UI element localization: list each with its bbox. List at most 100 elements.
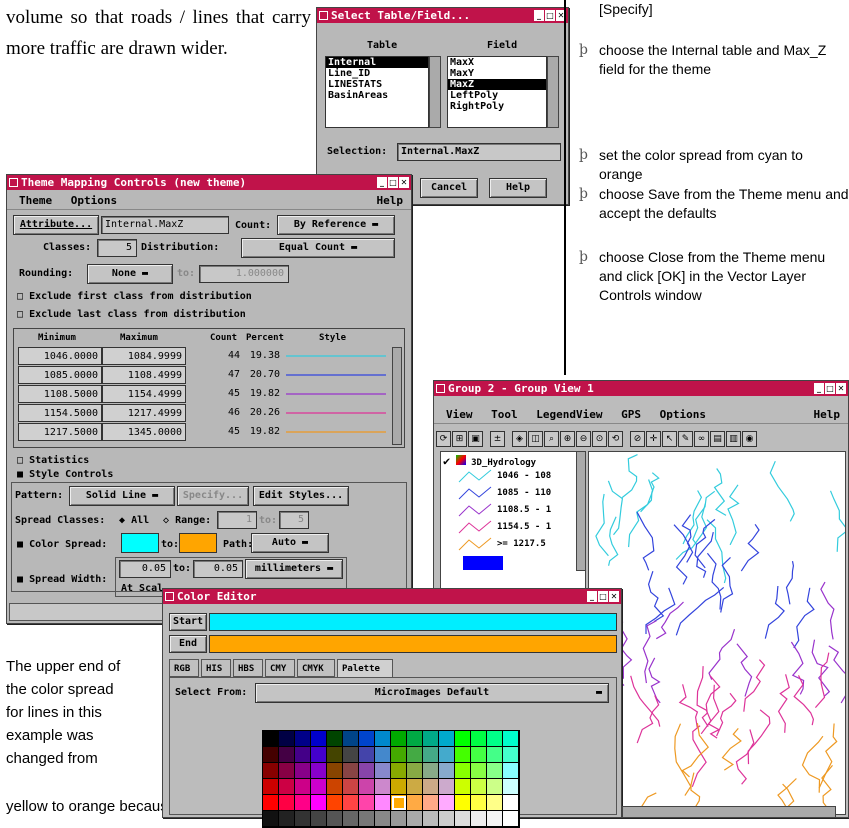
palette-swatch[interactable] [455,747,471,763]
tab-rgb[interactable]: RGB [169,659,199,677]
palette-swatch[interactable] [439,731,455,747]
all-radio[interactable]: ◆ All [119,514,149,528]
palette-swatch[interactable] [279,747,295,763]
color-spread-checkbox[interactable]: ■ Color Spread: [17,538,107,552]
palette-swatch[interactable] [375,747,391,763]
palette-swatch[interactable] [471,747,487,763]
palette-swatch[interactable] [279,763,295,779]
color-from-swatch[interactable] [121,533,159,553]
redraw-icon[interactable]: ⟳ [436,431,451,447]
pattern-dropdown[interactable]: Solid Line ▬ [69,486,175,506]
palette-swatch[interactable] [279,795,295,811]
menu-help[interactable]: Help [377,192,404,210]
palette-swatch[interactable] [263,779,279,795]
palette-swatch[interactable] [295,763,311,779]
help-button[interactable]: Help [489,178,547,198]
start-button[interactable]: Start [169,613,207,631]
rounding-dropdown[interactable]: None ▬ [87,264,173,284]
palette-swatch[interactable] [327,747,343,763]
palette-swatch[interactable] [327,731,343,747]
minimize-icon[interactable]: _ [587,591,597,602]
palette-swatch[interactable] [375,763,391,779]
theme-dialog-titlebar[interactable]: Theme Mapping Controls (new theme) _ □ ✕ [7,175,411,190]
start-color-bar[interactable] [209,613,617,631]
palette-swatch[interactable] [407,795,423,811]
view-extents-icon[interactable]: ◫ [528,431,543,447]
palette-swatch[interactable] [279,731,295,747]
palette-swatch[interactable] [471,763,487,779]
palette-swatch[interactable] [343,763,359,779]
palette-swatch[interactable] [263,811,279,827]
class-minimum[interactable]: 1154.5000 [18,404,102,422]
maximize-icon[interactable]: □ [598,591,608,602]
class-style-sample[interactable] [284,423,388,441]
group-view-titlebar[interactable]: Group 2 - Group View 1 _ □ ✕ [434,381,848,396]
menu-options[interactable]: Options [71,194,117,207]
zoom-prev-icon[interactable]: ⟲ [608,431,623,447]
color-editor-titlebar[interactable]: Color Editor _ □ ✕ [163,589,621,604]
palette-swatch[interactable] [327,811,343,827]
zoom-1x-icon[interactable]: ⊙ [592,431,607,447]
palette-swatch[interactable] [503,747,519,763]
palette-swatch[interactable] [263,731,279,747]
palette-swatch[interactable] [391,811,407,827]
select-dialog-titlebar[interactable]: Select Table/Field... _ □ ✕ [317,8,568,23]
tab-cmy[interactable]: CMY [265,659,295,677]
field-list-scrollbar[interactable] [547,56,559,128]
window-menu-icon[interactable] [9,178,18,187]
palette-swatch[interactable] [471,731,487,747]
window-menu-icon[interactable] [436,384,445,393]
palette-swatch[interactable] [471,795,487,811]
palette-swatch[interactable] [311,795,327,811]
palette-swatch[interactable] [327,795,343,811]
palette-swatch[interactable] [391,779,407,795]
zoom-box-icon[interactable]: ⌕ [544,431,559,447]
palette-swatch[interactable] [423,747,439,763]
width-to-field[interactable]: 0.05 [193,560,243,578]
palette-swatch[interactable] [295,779,311,795]
range-radio[interactable]: ◇ Range: [163,514,211,528]
palette-swatch[interactable] [455,779,471,795]
palette-swatch[interactable] [503,731,519,747]
palette-swatch[interactable] [343,747,359,763]
palette-swatch[interactable] [279,811,295,827]
class-table-scrollbar[interactable] [392,347,402,445]
palette-source-dropdown[interactable]: MicroImages Default ▬ [255,683,609,703]
palette-swatch[interactable] [327,779,343,795]
table-list-item[interactable]: Internal [326,57,428,68]
palette-swatch[interactable] [455,763,471,779]
table-list-item[interactable]: LINESTATS [326,79,428,90]
field-list-item[interactable]: MaxY [448,68,546,79]
layer-add-icon[interactable]: ± [490,431,505,447]
field-list-item[interactable]: RightPoly [448,101,546,112]
close-icon[interactable]: ✕ [399,177,409,188]
table-list-scrollbar[interactable] [429,56,441,128]
style-controls-checkbox[interactable]: ■ Style Controls [17,468,113,482]
palette-swatch[interactable] [343,795,359,811]
class-style-sample[interactable] [284,366,388,384]
palette-swatch[interactable] [455,811,471,827]
distribution-dropdown[interactable]: Equal Count ▬ [241,238,395,258]
legend-scrollbar[interactable] [576,451,586,571]
maximize-icon[interactable]: □ [545,10,555,21]
window-icon[interactable]: ▣ [468,431,483,447]
palette-swatch[interactable] [439,795,455,811]
palette-swatch[interactable] [487,795,503,811]
class-maximum[interactable]: 1217.4999 [102,404,186,422]
palette-swatch[interactable] [503,811,519,827]
palette-swatch[interactable] [487,747,503,763]
palette-swatch[interactable] [311,763,327,779]
palette-swatch[interactable] [359,731,375,747]
palette-swatch[interactable] [295,795,311,811]
palette-swatch[interactable] [311,779,327,795]
palette-swatch[interactable] [375,731,391,747]
class-minimum[interactable]: 1046.0000 [18,347,102,365]
selection-field[interactable]: Internal.MaxZ [397,143,561,161]
close-icon[interactable]: ✕ [836,383,846,394]
exclude-last-checkbox[interactable]: □ Exclude last class from distribution [17,308,246,322]
class-style-sample[interactable] [284,404,388,422]
path-dropdown[interactable]: Auto ▬ [251,533,329,553]
class-maximum[interactable]: 1154.4999 [102,385,186,403]
map-view[interactable] [588,451,846,815]
palette-swatch[interactable] [423,763,439,779]
